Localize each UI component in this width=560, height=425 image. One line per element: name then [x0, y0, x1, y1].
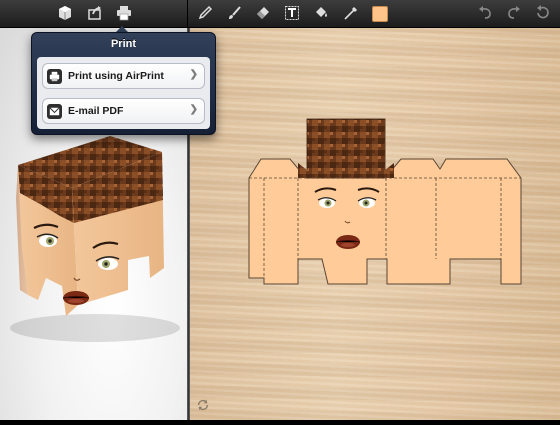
share-icon[interactable]: [84, 3, 106, 23]
redo-icon[interactable]: [503, 3, 525, 23]
cube-icon[interactable]: [54, 3, 76, 23]
undo-icon[interactable]: [474, 3, 496, 23]
mail-icon: [47, 104, 62, 119]
toolbar: [0, 0, 560, 28]
eraser-icon[interactable]: [252, 3, 274, 23]
toolbar-divider: [187, 0, 188, 27]
print-popover: Print Print using AirPrint ❯ E-mail PDF …: [31, 32, 216, 135]
print-airprint-button[interactable]: Print using AirPrint ❯: [42, 63, 205, 89]
eyedropper-icon[interactable]: [340, 3, 362, 23]
popover-title: Print: [110, 38, 137, 50]
color-swatch[interactable]: [372, 6, 388, 22]
print-airprint-label: Print using AirPrint: [68, 70, 164, 82]
chevron-right-icon: ❯: [189, 69, 198, 80]
printer-icon: [47, 69, 62, 84]
popover-body: Print using AirPrint ❯ E-mail PDF ❯: [37, 57, 210, 129]
pencil-icon[interactable]: [194, 3, 216, 23]
revert-icon[interactable]: [531, 3, 553, 23]
papercraft-template[interactable]: [190, 28, 560, 420]
drawing-canvas[interactable]: [190, 28, 560, 420]
email-pdf-button[interactable]: E-mail PDF ❯: [42, 98, 205, 124]
chevron-right-icon: ❯: [189, 104, 198, 115]
fill-bucket-icon[interactable]: [310, 3, 332, 23]
brush-icon[interactable]: [223, 3, 245, 23]
print-icon[interactable]: [113, 3, 135, 23]
rotate-view-icon[interactable]: [196, 398, 210, 412]
email-pdf-label: E-mail PDF: [68, 105, 124, 117]
text-tool-icon[interactable]: [281, 3, 303, 23]
